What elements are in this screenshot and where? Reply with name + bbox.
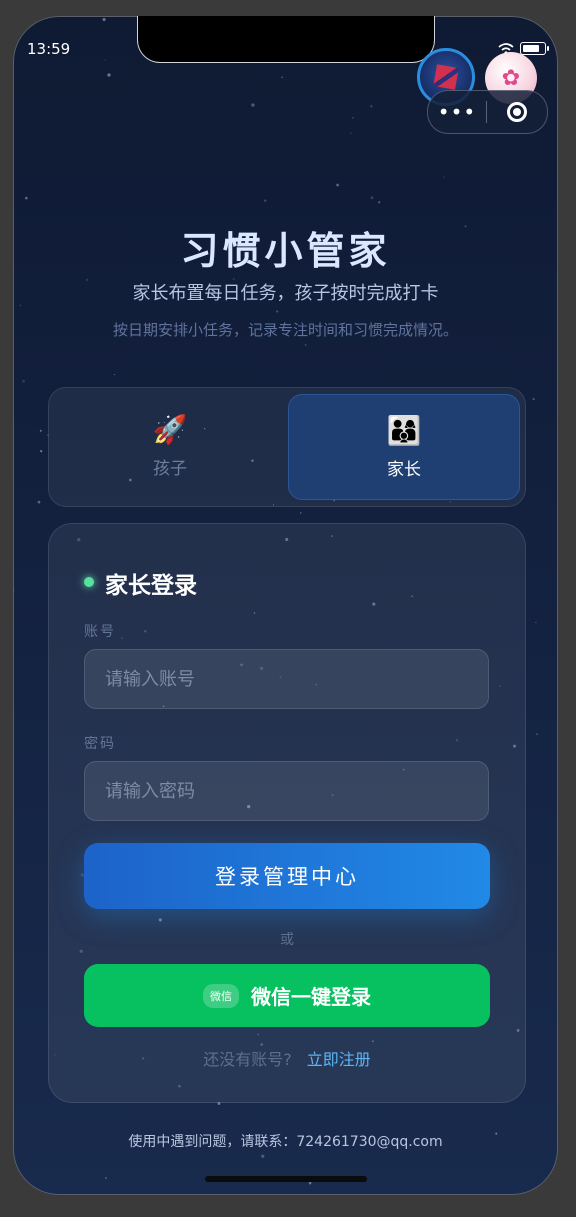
- star-dot: [39, 429, 42, 432]
- star-dot: [535, 621, 537, 624]
- status-dot: [84, 577, 94, 587]
- battery-icon: [520, 42, 549, 55]
- account-label: 账号: [84, 624, 116, 640]
- mini-program-capsule: •••: [427, 90, 548, 134]
- star-dot: [370, 196, 374, 200]
- or-divider: 或: [280, 932, 294, 948]
- login-submit-button[interactable]: 登录管理中心: [84, 843, 490, 909]
- star-dot: [102, 17, 106, 22]
- star-dot: [24, 196, 28, 200]
- register-link[interactable]: 立即注册: [307, 1050, 371, 1069]
- star-dot: [336, 183, 339, 187]
- wechat-icon: 微信: [203, 983, 239, 1008]
- star-dot: [37, 500, 41, 504]
- role-tab-parent-label: 家长: [387, 460, 421, 480]
- role-tab-parent[interactable]: 👨‍👩‍👦 家长: [288, 394, 520, 500]
- star-dot: [536, 733, 539, 736]
- phone-frame: 13:59 ✿ ••• 习惯小管家 家长布置每日任务，孩子按时完成打卡 按日期安…: [13, 16, 558, 1195]
- star-dot: [276, 310, 279, 313]
- account-input[interactable]: [84, 649, 489, 709]
- more-menu-icon[interactable]: •••: [428, 91, 486, 133]
- family-icon: 👨‍👩‍👦: [386, 414, 422, 447]
- star-dot: [104, 1176, 107, 1180]
- home-indicator: [205, 1176, 367, 1182]
- status-time: 13:59: [27, 40, 71, 58]
- register-row: 还没有账号? 立即注册: [49, 1046, 525, 1070]
- star-dot: [300, 512, 302, 514]
- register-prompt: 还没有账号?: [203, 1050, 292, 1069]
- star-dot: [443, 176, 445, 178]
- star-dot: [352, 116, 355, 119]
- star-dot: [261, 1154, 265, 1158]
- star-dot: [40, 449, 43, 453]
- page-title: 习惯小管家: [180, 229, 391, 273]
- star-dot: [308, 1181, 312, 1185]
- password-input[interactable]: [84, 761, 489, 821]
- star-dot: [304, 344, 307, 346]
- role-tab-child[interactable]: 🚀 孩子: [55, 394, 285, 498]
- star-dot: [532, 398, 535, 401]
- wechat-login-label: 微信一键登录: [251, 985, 371, 1009]
- login-title: 家长登录: [105, 573, 197, 599]
- star-dot: [13, 589, 15, 592]
- star-dot: [264, 199, 267, 202]
- role-switch: 🚀 孩子 👨‍👩‍👦 家长: [48, 387, 526, 507]
- page-subtitle: 家长布置每日任务，孩子按时完成打卡: [132, 283, 439, 304]
- star-dot: [377, 201, 381, 204]
- footer-contact: 使用中遇到问题，请联系：724261730@qq.com: [128, 1134, 443, 1150]
- star-dot: [251, 103, 255, 107]
- star-dot: [113, 373, 116, 376]
- star-dot: [22, 379, 25, 383]
- login-card: 家长登录 账号 密码 登录管理中心 或 微信 微信一键登录 还没有账号? 立即注…: [48, 523, 526, 1103]
- star-dot: [281, 76, 284, 79]
- rocket-icon: 🚀: [152, 413, 188, 446]
- password-label: 密码: [84, 736, 116, 752]
- wechat-login-button[interactable]: 微信 微信一键登录: [84, 964, 490, 1027]
- star-dot: [107, 73, 111, 77]
- close-miniprogram-icon[interactable]: [487, 102, 547, 122]
- star-dot: [370, 105, 373, 108]
- notch: [138, 16, 434, 62]
- star-dot: [350, 132, 352, 134]
- role-tab-child-label: 孩子: [153, 459, 187, 479]
- page-description: 按日期安排小任务，记录专注时间和习惯完成情况。: [112, 321, 458, 339]
- star-dot: [104, 59, 106, 61]
